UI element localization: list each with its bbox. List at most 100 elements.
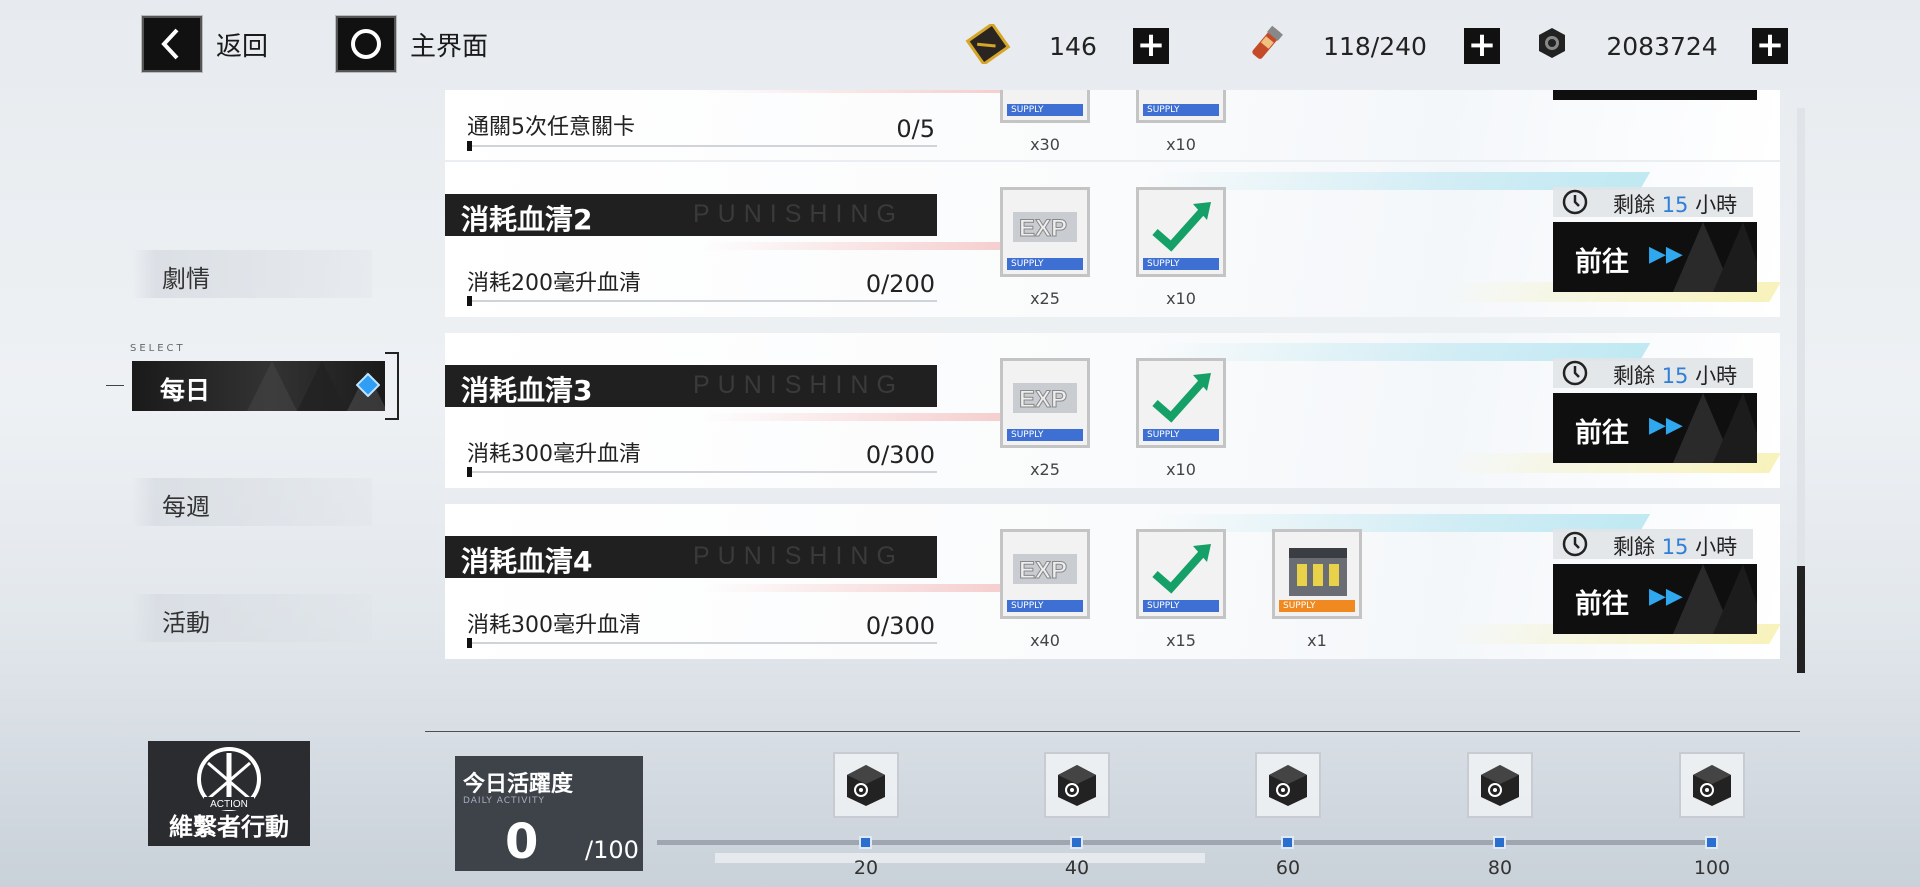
mission-progress: 0/5: [896, 115, 935, 143]
reward-item[interactable]: EXP SUPPLY x40: [1000, 529, 1090, 650]
exp-supply-icon: EXP SUPPLY: [1000, 187, 1090, 277]
serum-vial-icon: [1246, 24, 1286, 68]
watermark-text: PUNISHING: [693, 371, 904, 399]
scroll-thumb: [1797, 566, 1805, 673]
mission-desc: 消耗200毫升血清: [467, 271, 641, 296]
milestone-node: [1070, 836, 1083, 849]
mission-desc: 消耗300毫升血清: [467, 442, 641, 467]
go-button[interactable]: 前往 ▶▶: [1553, 393, 1757, 463]
clock-icon: [1562, 531, 1588, 557]
decor-streak: [702, 90, 1008, 93]
activity-current: 0: [505, 814, 539, 870]
watermark-text: PUNISHING: [693, 542, 904, 570]
svg-text:EXP: EXP: [1019, 386, 1067, 413]
scrollbar[interactable]: [1797, 108, 1805, 673]
double-arrow-icon: ▶▶: [1649, 584, 1683, 609]
reward-chest-icon[interactable]: [1467, 752, 1533, 818]
sidebar-item-weekly[interactable]: 每週: [132, 478, 372, 526]
mission-title: 消耗血清4: [461, 545, 593, 578]
progress-track: [467, 296, 937, 306]
reward-count: x25: [1030, 460, 1060, 479]
double-arrow-icon: ▶▶: [1649, 413, 1683, 438]
go-button[interactable]: 前往 ▶▶: [1553, 90, 1757, 100]
selection-bracket: [385, 352, 399, 420]
sidebar-item-label: 活動: [162, 609, 210, 637]
go-button[interactable]: 前往 ▶▶: [1553, 564, 1757, 634]
emblem-label: 維繫者行動: [169, 813, 289, 841]
milestone-label: 40: [1064, 857, 1090, 879]
mission-card: 通關5次任意關卡 0/5 SUPPLY x30 SUPPLY x10 前往 ▶▶: [445, 90, 1780, 160]
upgrade-arrow-supply-icon: SUPPLY: [1136, 529, 1226, 619]
cog-coin-icon: [1532, 24, 1572, 68]
mission-list[interactable]: 通關5次任意關卡 0/5 SUPPLY x30 SUPPLY x10 前往 ▶▶…: [445, 90, 1780, 660]
reward-count: x30: [1030, 135, 1060, 154]
reward-chest-icon[interactable]: [1044, 752, 1110, 818]
reward-item[interactable]: EXP SUPPLY x25: [1000, 358, 1090, 479]
sidebar-item-label: 每日: [160, 376, 211, 405]
go-button[interactable]: 前往 ▶▶: [1553, 222, 1757, 292]
mission-card: 消耗血清3 PUNISHING 消耗300毫升血清 0/300 EXP SUPP…: [445, 333, 1780, 488]
reward-count: x25: [1030, 289, 1060, 308]
resource-value: 146: [1049, 31, 1097, 61]
supply-crate-icon: SUPPLY: [1272, 529, 1362, 619]
mission-title-bar: 消耗血清2 PUNISHING: [445, 194, 937, 236]
black-card-icon: [963, 21, 1013, 68]
upgrade-arrow-supply-icon: SUPPLY: [1136, 90, 1226, 123]
reward-chest-icon[interactable]: [833, 752, 899, 818]
reward-chest-icon[interactable]: [1679, 752, 1745, 818]
watermark-text: PUNISHING: [693, 200, 904, 228]
go-label: 前往: [1575, 247, 1629, 278]
resource-value: 118/240: [1323, 31, 1427, 61]
chevron-left-icon: [142, 16, 202, 72]
exp-supply-icon: SUPPLY: [1000, 90, 1090, 123]
activity-progress-track: [657, 840, 1717, 845]
mission-progress: 0/300: [865, 612, 935, 640]
back-button[interactable]: 返回: [142, 16, 268, 72]
time-remaining: 剩餘 15 小時: [1553, 358, 1753, 388]
reward-item[interactable]: SUPPLY x10: [1136, 90, 1226, 154]
milestone-label: 100: [1693, 857, 1731, 879]
reward-item[interactable]: EXP SUPPLY x25: [1000, 187, 1090, 308]
resource-cog-coin: 2083724 +: [1532, 24, 1788, 68]
upgrade-arrow-supply-icon: SUPPLY: [1136, 187, 1226, 277]
activity-track-shadow: [715, 853, 1205, 863]
mission-progress: 0/200: [865, 270, 935, 298]
milestone-label: 80: [1487, 857, 1513, 879]
reward-count: x1: [1307, 631, 1327, 650]
sidebar-item-story[interactable]: 劇情: [132, 250, 372, 298]
mission-title: 消耗血清3: [461, 374, 593, 407]
home-button[interactable]: 主界面: [336, 16, 488, 72]
circle-home-icon: [336, 16, 396, 72]
mission-progress: 0/300: [865, 441, 935, 469]
milestone-node: [1493, 836, 1506, 849]
reward-item[interactable]: SUPPLY x10: [1136, 187, 1226, 308]
reward-item[interactable]: SUPPLY x1: [1272, 529, 1362, 650]
mission-title: 消耗血清2: [461, 203, 593, 236]
milestone-node: [859, 836, 872, 849]
reward-item[interactable]: SUPPLY x10: [1136, 358, 1226, 479]
activity-subtitle: DAILY ACTIVITY: [463, 796, 546, 806]
clock-icon: [1562, 360, 1588, 386]
sidebar-item-daily[interactable]: 每日: [132, 361, 385, 411]
exp-supply-icon: EXP SUPPLY: [1000, 529, 1090, 619]
reward-count: x10: [1166, 289, 1196, 308]
exp-supply-icon: EXP SUPPLY: [1000, 358, 1090, 448]
add-serum-button[interactable]: +: [1464, 28, 1500, 64]
add-black-card-button[interactable]: +: [1133, 28, 1169, 64]
activity-title: 今日活躍度: [463, 772, 574, 797]
reward-count: x40: [1030, 631, 1060, 650]
reward-chest-icon[interactable]: [1255, 752, 1321, 818]
add-cog-coin-button[interactable]: +: [1752, 28, 1788, 64]
emblem-banner[interactable]: ACTION 維繫者行動: [148, 741, 310, 846]
reward-item[interactable]: SUPPLY x30: [1000, 90, 1090, 154]
home-label: 主界面: [410, 31, 489, 62]
mission-desc: 消耗300毫升血清: [467, 613, 641, 638]
milestone-node: [1281, 836, 1294, 849]
resource-serum: 118/240 +: [1246, 24, 1500, 68]
selection-marker: [106, 385, 124, 386]
sidebar-item-event[interactable]: 活動: [132, 594, 372, 642]
reward-item[interactable]: SUPPLY x15: [1136, 529, 1226, 650]
progress-track: [467, 467, 937, 477]
mission-title-bar: 消耗血清3 PUNISHING: [445, 365, 937, 407]
milestone-label: 60: [1275, 857, 1301, 879]
